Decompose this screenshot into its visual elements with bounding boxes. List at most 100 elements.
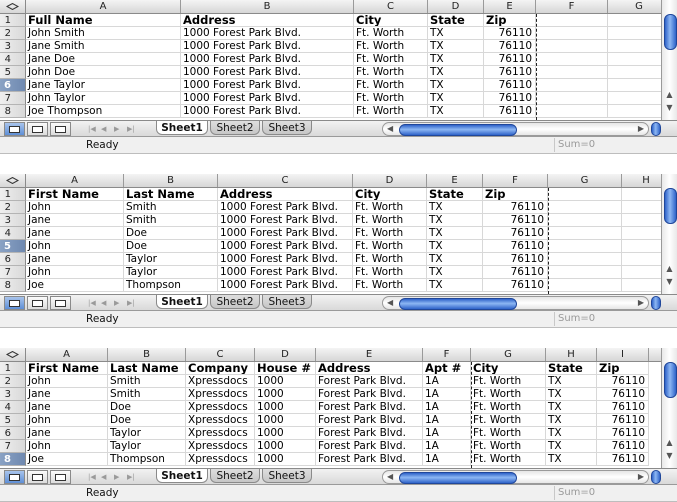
last-sheet-arrow-icon[interactable]: ▶| — [127, 297, 135, 309]
cell-f6[interactable]: 1A — [423, 427, 471, 440]
column-header-a[interactable]: A — [26, 0, 181, 13]
cell-i2[interactable]: 76110 — [597, 375, 649, 388]
cell-i4[interactable]: 76110 — [597, 401, 649, 414]
cell-a5[interactable]: John — [26, 240, 124, 253]
cell-a2[interactable]: John — [26, 201, 124, 214]
cell-d6[interactable]: 1000 — [255, 427, 316, 440]
column-header-b[interactable]: B — [181, 0, 354, 13]
scroll-up-arrow-icon[interactable]: ▲ — [664, 438, 675, 447]
last-sheet-arrow-icon[interactable]: ▶| — [127, 123, 135, 135]
row-header-1[interactable]: 1 — [0, 362, 26, 375]
row-header-8[interactable]: 8 — [0, 279, 26, 292]
cell-i5[interactable]: 76110 — [597, 414, 649, 427]
column-header-d[interactable]: D — [353, 174, 427, 187]
cell-f2[interactable]: 1A — [423, 375, 471, 388]
row-header-1[interactable]: 1 — [0, 188, 26, 201]
cell-e3[interactable]: TX — [427, 214, 483, 227]
column-header-d[interactable]: D — [255, 348, 316, 361]
select-all-corner[interactable] — [0, 0, 26, 13]
vertical-scrollbar[interactable]: ▲ ▼ — [661, 174, 677, 294]
split-box-handle[interactable] — [651, 296, 661, 310]
row-header-3[interactable]: 3 — [0, 40, 26, 53]
cell-d1[interactable]: House # — [255, 362, 316, 375]
cell-f7[interactable] — [536, 92, 608, 105]
cell-i1[interactable]: Zip — [597, 362, 649, 375]
cell-a4[interactable]: Jane — [26, 227, 124, 240]
scroll-left-arrow-icon[interactable]: ◀ — [387, 471, 393, 483]
cell-g3[interactable] — [548, 214, 622, 227]
cell-b6[interactable]: Taylor — [108, 427, 186, 440]
cell-f1[interactable]: Apt # — [423, 362, 471, 375]
cell-b8[interactable]: Thompson — [108, 453, 186, 466]
cell-g3[interactable]: Ft. Worth — [471, 388, 546, 401]
next-sheet-arrow-icon[interactable]: ▶ — [114, 471, 119, 483]
vertical-scroll-thumb[interactable] — [664, 14, 677, 50]
cell-a7[interactable]: John Taylor — [26, 92, 181, 105]
cell-b5[interactable]: Doe — [124, 240, 218, 253]
page-break-view-button[interactable] — [50, 296, 71, 310]
cell-a5[interactable]: John Doe — [26, 66, 181, 79]
cell-i3[interactable]: 76110 — [597, 388, 649, 401]
row-header-4[interactable]: 4 — [0, 227, 26, 240]
cell-h2[interactable] — [622, 201, 661, 214]
cell-g4[interactable] — [608, 53, 661, 66]
cell-d5[interactable]: Ft. Worth — [353, 240, 427, 253]
normal-view-button[interactable] — [4, 296, 25, 310]
cell-f4[interactable]: 1A — [423, 401, 471, 414]
scroll-up-arrow-icon[interactable]: ▲ — [664, 90, 675, 99]
sheet-tab-sheet2[interactable]: Sheet2 — [210, 295, 260, 309]
cell-c7[interactable]: 1000 Forest Park Blvd. — [218, 266, 353, 279]
cell-e5[interactable]: TX — [427, 240, 483, 253]
cell-f4[interactable] — [536, 53, 608, 66]
sheet-tab-sheet1[interactable]: Sheet1 — [156, 295, 208, 309]
row-header-7[interactable]: 7 — [0, 440, 26, 453]
cell-h5[interactable]: TX — [546, 414, 597, 427]
cell-c7[interactable]: Xpressdocs — [186, 440, 255, 453]
cell-f5[interactable]: 76110 — [483, 240, 548, 253]
select-all-corner[interactable] — [0, 174, 26, 187]
cell-b1[interactable]: Last Name — [124, 188, 218, 201]
cell-a6[interactable]: Jane — [26, 253, 124, 266]
cell-b7[interactable]: Taylor — [108, 440, 186, 453]
cell-d3[interactable]: 1000 — [255, 388, 316, 401]
cell-e5[interactable]: Forest Park Blvd. — [316, 414, 423, 427]
horizontal-scrollbar[interactable]: ◀ ▶ — [382, 122, 649, 136]
cell-b1[interactable]: Last Name — [108, 362, 186, 375]
row-header-1[interactable]: 1 — [0, 14, 26, 27]
row-header-4[interactable]: 4 — [0, 401, 26, 414]
first-sheet-arrow-icon[interactable]: |◀ — [88, 471, 96, 483]
column-header-h[interactable]: H — [546, 348, 597, 361]
row-header-8[interactable]: 8 — [0, 453, 26, 466]
row-header-3[interactable]: 3 — [0, 388, 26, 401]
cell-e7[interactable]: Forest Park Blvd. — [316, 440, 423, 453]
cell-d8[interactable]: Ft. Worth — [353, 279, 427, 292]
first-sheet-arrow-icon[interactable]: |◀ — [88, 297, 96, 309]
cell-b3[interactable]: Smith — [124, 214, 218, 227]
cell-b3[interactable]: Smith — [108, 388, 186, 401]
sheet-grid[interactable]: A B C D E F G H 1 First Name Last Name Address City S… — [0, 174, 661, 294]
normal-view-button[interactable] — [4, 122, 25, 136]
cell-h5[interactable] — [622, 240, 661, 253]
cell-g7[interactable]: Ft. Worth — [471, 440, 546, 453]
cell-g4[interactable] — [548, 227, 622, 240]
cell-c8[interactable]: Xpressdocs — [186, 453, 255, 466]
cell-g5[interactable]: Ft. Worth — [471, 414, 546, 427]
row-header-2[interactable]: 2 — [0, 201, 26, 214]
prev-sheet-arrow-icon[interactable]: ◀ — [101, 297, 106, 309]
page-layout-view-button[interactable] — [27, 122, 48, 136]
sheet-tab-sheet2[interactable]: Sheet2 — [210, 469, 260, 483]
row-header-7[interactable]: 7 — [0, 92, 26, 105]
sheet-grid[interactable]: A B C D E F G H I 1 First Name Last Name Company Hous… — [0, 348, 661, 468]
cell-b5[interactable]: Doe — [108, 414, 186, 427]
cell-h3[interactable]: TX — [546, 388, 597, 401]
cell-g8[interactable]: Ft. Worth — [471, 453, 546, 466]
cell-h8[interactable] — [622, 279, 661, 292]
cell-e1[interactable]: Address — [316, 362, 423, 375]
column-header-d[interactable]: D — [428, 0, 484, 13]
cell-h3[interactable] — [622, 214, 661, 227]
column-header-b[interactable]: B — [124, 174, 218, 187]
column-header-c[interactable]: C — [186, 348, 255, 361]
normal-view-button[interactable] — [4, 470, 25, 484]
cell-c5[interactable]: 1000 Forest Park Blvd. — [218, 240, 353, 253]
cell-g8[interactable] — [608, 105, 661, 118]
